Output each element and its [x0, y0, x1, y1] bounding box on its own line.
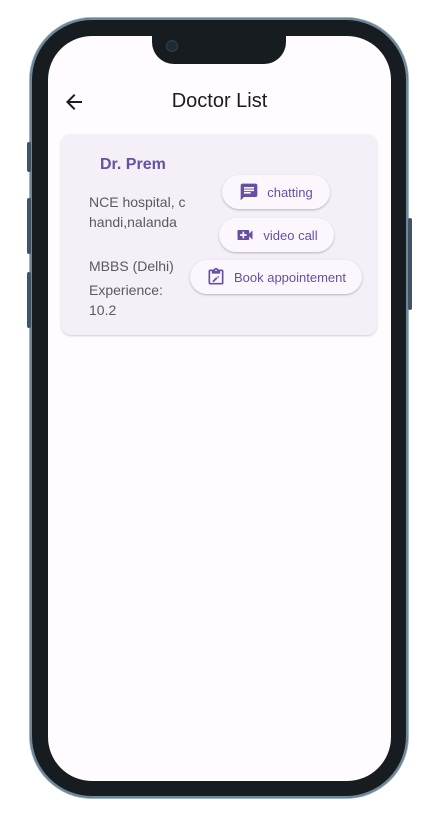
- video-call-icon: [235, 225, 255, 245]
- notch: [152, 36, 286, 64]
- chatting-label: chatting: [267, 184, 313, 200]
- doctor-address: NCE hospital, chandi,nalanda: [89, 194, 186, 230]
- app-bar: Doctor List: [48, 80, 391, 124]
- video-call-label: video call: [263, 227, 318, 243]
- power-button: [408, 218, 412, 310]
- volume-down-button: [27, 272, 31, 328]
- front-camera: [166, 40, 178, 52]
- book-appointment-label: Book appointement: [233, 269, 347, 285]
- doctor-experience: Experience: 10.2: [89, 282, 163, 318]
- doctor-name: Dr. Prem: [100, 156, 166, 173]
- video-call-button[interactable]: video call: [219, 218, 334, 252]
- clipboard-edit-icon: [206, 267, 226, 287]
- page-title: Doctor List: [171, 90, 268, 112]
- volume-up-button: [27, 198, 31, 254]
- book-appointment-button[interactable]: Book appointement: [190, 260, 362, 294]
- phone-screen: Doctor List Dr. Prem NCE hospital, chand…: [48, 36, 391, 781]
- doctor-card: Dr. Prem NCE hospital, chandi,nalanda MB…: [61, 134, 377, 335]
- doctor-degree: MBBS (Delhi): [89, 258, 174, 274]
- chatting-button[interactable]: chatting: [222, 175, 330, 209]
- chat-icon: [239, 182, 259, 202]
- mute-switch: [27, 142, 31, 172]
